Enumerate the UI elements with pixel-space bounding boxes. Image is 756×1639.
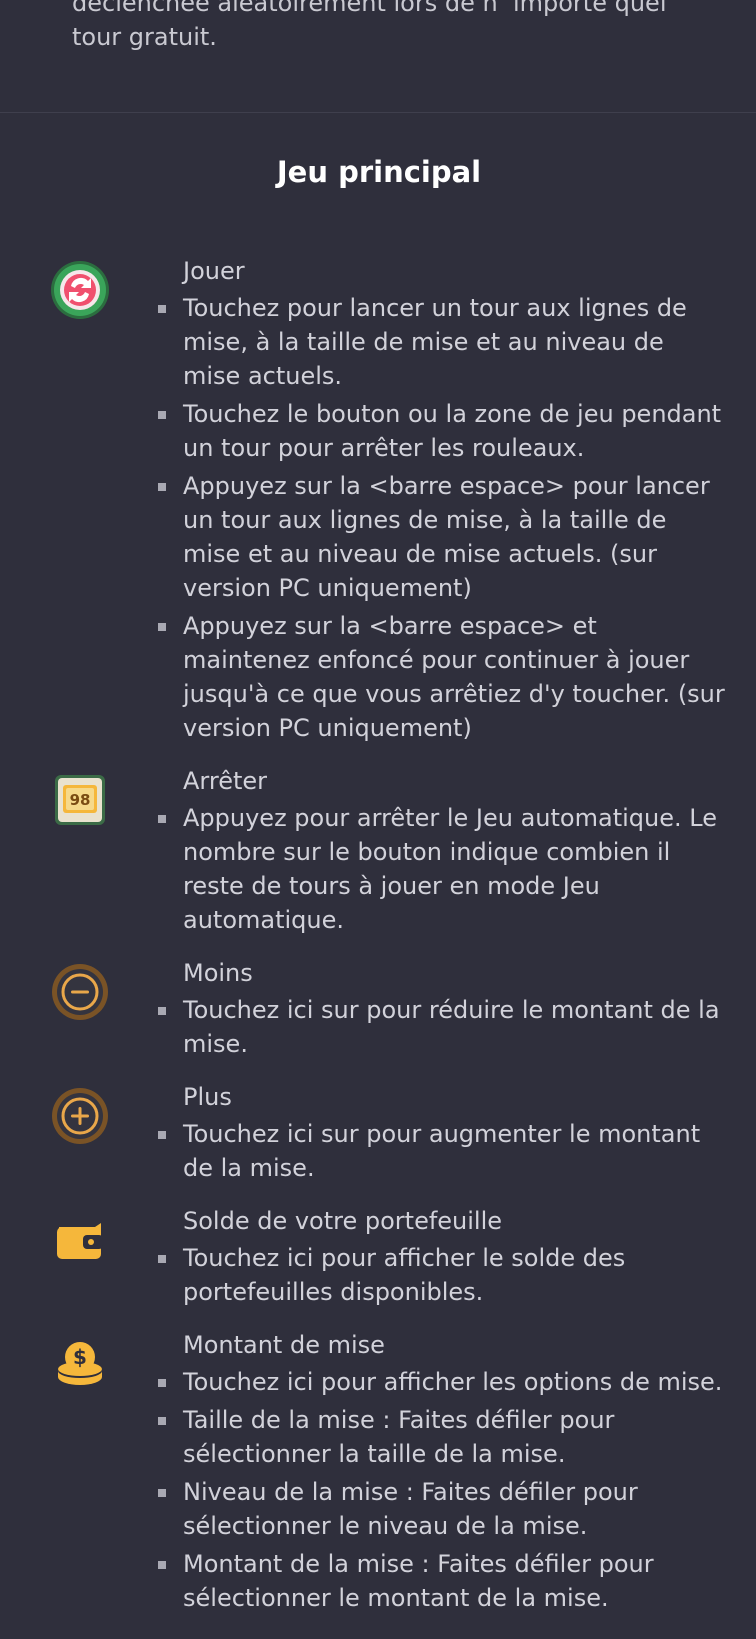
bullet-item: Touchez ici sur pour augmenter le montan… bbox=[158, 1117, 726, 1185]
bullet-item: Appuyez sur la <barre espace> pour lance… bbox=[158, 469, 726, 605]
bullet-item: Touchez ici pour afficher les options de… bbox=[158, 1365, 726, 1399]
wallet-icon bbox=[49, 1209, 111, 1271]
help-item-wallet: Solde de votre portefeuille Touchez ici … bbox=[0, 1205, 756, 1309]
minus-icon bbox=[49, 961, 111, 1023]
autoplay-count: 98 bbox=[70, 791, 91, 809]
autoplay-stop-icon: 98 bbox=[49, 769, 111, 831]
help-item-bullets: Appuyez pour arrêter le Jeu automatique.… bbox=[158, 801, 726, 937]
help-item-bullets: Touchez ici pour afficher le solde des p… bbox=[158, 1241, 726, 1309]
bullet-item: Montant de la mise : Faites défiler pour… bbox=[158, 1547, 726, 1615]
help-item-minus: Moins Touchez ici sur pour réduire le mo… bbox=[0, 957, 756, 1061]
previous-section-text: déclenchée aléatoirement lors de n’ impo… bbox=[72, 0, 667, 51]
bullet-item: Appuyez pour arrêter le Jeu automatique.… bbox=[158, 801, 726, 937]
help-item-plus: Plus Touchez ici sur pour augmenter le m… bbox=[0, 1081, 756, 1185]
help-item-title: Jouer bbox=[183, 257, 245, 285]
bullet-item: Touchez ici pour afficher le solde des p… bbox=[158, 1241, 726, 1309]
help-item-bullets: Touchez ici sur pour réduire le montant … bbox=[158, 993, 726, 1061]
bullet-item: Touchez ici sur pour réduire le montant … bbox=[158, 993, 726, 1061]
coins-icon: $ bbox=[49, 1333, 111, 1395]
help-item-spin: Jouer Touchez pour lancer un tour aux li… bbox=[0, 255, 756, 745]
help-items-list: Jouer Touchez pour lancer un tour aux li… bbox=[0, 255, 756, 1615]
help-item-title: Arrêter bbox=[183, 767, 268, 795]
help-item-title: Plus bbox=[183, 1083, 232, 1111]
bullet-item: Touchez pour lancer un tour aux lignes d… bbox=[158, 291, 726, 393]
help-item-stop: 98 Arrêter Appuyez pour arrêter le Jeu a… bbox=[0, 765, 756, 937]
previous-section-tail: déclenchée aléatoirement lors de n’ impo… bbox=[0, 0, 756, 113]
bullet-item: Touchez le bouton ou la zone de jeu pend… bbox=[158, 397, 726, 465]
help-item-bullets: Touchez pour lancer un tour aux lignes d… bbox=[158, 291, 726, 745]
bullet-item: Taille de la mise : Faites défiler pour … bbox=[158, 1403, 726, 1471]
bullet-item: Niveau de la mise : Faites défiler pour … bbox=[158, 1475, 726, 1543]
svg-text:$: $ bbox=[73, 1345, 87, 1369]
help-item-title: Montant de mise bbox=[183, 1331, 385, 1359]
help-item-title: Solde de votre portefeuille bbox=[183, 1207, 503, 1235]
help-item-bet-amount: $ Montant de mise Touchez ici pour affic… bbox=[0, 1329, 756, 1615]
help-item-title: Moins bbox=[183, 959, 253, 987]
help-item-bullets: Touchez ici pour afficher les options de… bbox=[158, 1365, 726, 1615]
plus-icon bbox=[49, 1085, 111, 1147]
help-item-bullets: Touchez ici sur pour augmenter le montan… bbox=[158, 1117, 726, 1185]
bullet-item: Appuyez sur la <barre espace> et mainten… bbox=[158, 609, 726, 745]
spin-icon bbox=[49, 259, 111, 321]
section-title: Jeu principal bbox=[276, 155, 482, 189]
